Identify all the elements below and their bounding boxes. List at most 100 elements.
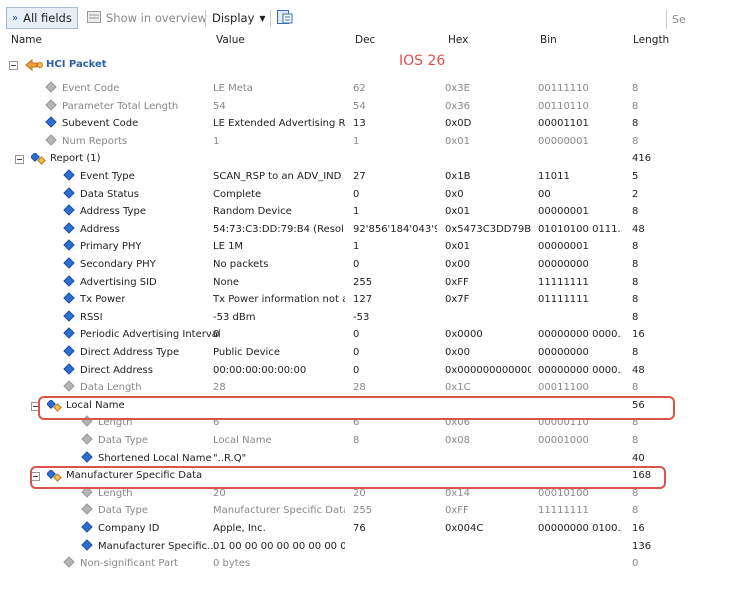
tree-row-label: Report (1) bbox=[50, 153, 101, 165]
length-cell: 2 bbox=[632, 188, 639, 200]
field-icon bbox=[63, 186, 75, 199]
dec-cell: 20 bbox=[353, 487, 366, 499]
tree-row-address[interactable]: Address 54:73:C3:DD:79:B4 (Resol... 92'856… bbox=[0, 222, 748, 240]
tree-row-secondary-phy[interactable]: Secondary PHY No packets 0 0x00 00000000 8 bbox=[0, 257, 748, 275]
inactive-field-icon bbox=[81, 433, 93, 445]
field-icon bbox=[81, 538, 93, 551]
tree-row-label: Shortened Local Name bbox=[98, 452, 212, 464]
tree-row-primary-phy[interactable]: Primary PHY LE 1M 1 0x01 00000001 8 bbox=[0, 239, 748, 257]
field-icon bbox=[63, 204, 75, 216]
tree-row-label: Non-significant Part bbox=[80, 558, 179, 570]
tree-row-label: Parameter Total Length bbox=[62, 100, 179, 112]
length-cell: 16 bbox=[632, 523, 645, 534]
tree-row-direct-address[interactable]: Direct Address 00:00:00:00:00:00 0 0x000000… bbox=[0, 362, 748, 381]
collapse-icon[interactable] bbox=[15, 155, 24, 165]
tree-row-label: Advertising SID bbox=[80, 276, 157, 288]
field-icon bbox=[63, 310, 75, 322]
bin-cell: 00000000 bbox=[538, 259, 589, 270]
tree-row-parameter-total-length[interactable]: Parameter Total Length 54 54 0x36 00110110 8 bbox=[0, 98, 748, 117]
field-icon bbox=[63, 239, 75, 252]
hex-cell: 0x004C bbox=[445, 523, 484, 534]
value-cell: 28 bbox=[213, 382, 226, 394]
show-in-overview-button[interactable]: Show in overview bbox=[82, 7, 212, 29]
value-cell: Manufacturer Specific Data bbox=[213, 505, 345, 517]
column-header-row: Name Value Dec Hex Bin Length bbox=[0, 30, 748, 50]
field-icon bbox=[63, 327, 75, 340]
all-fields-button[interactable]: » All fields bbox=[6, 7, 78, 29]
dec-cell: 27 bbox=[353, 171, 366, 182]
export-button[interactable] bbox=[272, 7, 298, 29]
tree-row-report-1[interactable]: Report (1) 416 bbox=[0, 151, 748, 169]
tree-row-hci-packet[interactable]: HCI Packet bbox=[0, 57, 748, 75]
length-cell: 8 bbox=[632, 100, 639, 112]
tree-row-tx-power[interactable]: Tx Power Tx Power information not a... 127… bbox=[0, 292, 748, 310]
dec-cell: 255 bbox=[353, 505, 373, 517]
dec-cell: 8 bbox=[353, 435, 360, 446]
tree-row-data-type[interactable]: Data Type Local Name 8 0x08 00001000 8 bbox=[0, 433, 748, 451]
tree-row-num-reports[interactable]: Num Reports 1 1 0x01 00000001 8 bbox=[0, 134, 748, 152]
tree-row-label: Data Length bbox=[80, 382, 142, 394]
field-icon bbox=[45, 116, 57, 128]
tree-row-company-id[interactable]: Company ID Apple, Inc. 76 0x004C 00000000 01… bbox=[0, 521, 748, 539]
length-cell: 8 bbox=[632, 435, 639, 446]
tree-row-advertising-sid[interactable]: Advertising SID None 255 0xFF 11111111 8 bbox=[0, 274, 748, 293]
display-dropdown[interactable]: Display ▼ bbox=[207, 7, 271, 29]
tree-row-periodic-advertising-interval[interactable]: Periodic Advertising Interval 0 0 0x0000 000… bbox=[0, 327, 748, 345]
tree-row-event-type[interactable]: Event Type SCAN_RSP to an ADV_IND ... 27 0x… bbox=[0, 169, 748, 187]
column-header-length[interactable]: Length bbox=[633, 34, 669, 46]
tree-row-data-status[interactable]: Data Status Complete 0 0x0 00 2 bbox=[0, 186, 748, 205]
column-header-name[interactable]: Name bbox=[11, 34, 42, 46]
tree-row-label: Company ID bbox=[98, 523, 160, 534]
tree-row-address-type[interactable]: Address Type Random Device 1 0x01 00000001 8 bbox=[0, 204, 748, 222]
inactive-field-icon bbox=[81, 503, 93, 516]
hex-cell: 0x000000000000 bbox=[445, 364, 531, 376]
tree-row-label: Manufacturer Specific... bbox=[98, 540, 217, 552]
bin-cell: 00000000 bbox=[538, 347, 589, 358]
tree-row-label: Subevent Code bbox=[62, 118, 139, 130]
tree-row-direct-address-type[interactable]: Direct Address Type Public Device 0 0x00 000… bbox=[0, 345, 748, 363]
field-icon bbox=[81, 450, 93, 463]
column-header-hex[interactable]: Hex bbox=[448, 34, 468, 46]
length-cell: 8 bbox=[632, 276, 639, 288]
tree-row-label: Address Type bbox=[80, 206, 146, 218]
value-cell: Tx Power information not a... bbox=[213, 294, 345, 306]
value-cell: -53 dBm bbox=[213, 311, 256, 323]
dec-cell: 127 bbox=[353, 294, 373, 306]
column-header-dec[interactable]: Dec bbox=[355, 34, 375, 46]
tree-row-non-significant-part[interactable]: Non-significant Part 0 bytes 0 bbox=[0, 556, 748, 574]
dec-cell: 13 bbox=[353, 118, 366, 130]
value-cell: 20 bbox=[213, 487, 226, 499]
length-cell: 8 bbox=[632, 206, 639, 218]
search-field[interactable]: Se bbox=[666, 10, 748, 29]
double-chevron-down-icon: » bbox=[12, 12, 19, 24]
tree-row-data-type[interactable]: Data Type Manufacturer Specific Data 255 0x… bbox=[0, 503, 748, 521]
hex-cell: 0x1B bbox=[445, 171, 471, 182]
tree-row-label: Event Type bbox=[80, 171, 135, 182]
tree-row-label: Tx Power bbox=[80, 294, 126, 306]
tree-row-subevent-code[interactable]: Subevent Code LE Extended Advertising R..… bbox=[0, 116, 748, 134]
column-header-bin[interactable]: Bin bbox=[540, 34, 557, 46]
tree-row-manufacturer-specific[interactable]: Manufacturer Specific... 01 00 00 00 00 0… bbox=[0, 538, 748, 557]
field-icon bbox=[63, 169, 75, 181]
toolbar-divider bbox=[270, 10, 271, 27]
tree-row-rssi[interactable]: RSSI -53 dBm -53 8 bbox=[0, 310, 748, 328]
hex-cell: 0x1C bbox=[445, 382, 471, 394]
inactive-field-icon bbox=[45, 134, 57, 146]
value-cell: 54:73:C3:DD:79:B4 (Resol... bbox=[213, 223, 345, 235]
tree-row-label: HCI Packet bbox=[46, 59, 107, 70]
collapse-icon[interactable] bbox=[9, 61, 18, 70]
bin-cell: 00110110 bbox=[538, 100, 589, 112]
hex-cell: 0x00 bbox=[445, 259, 471, 270]
dec-cell: 0 bbox=[353, 188, 360, 200]
column-header-value[interactable]: Value bbox=[216, 34, 245, 46]
dec-cell: 1 bbox=[353, 241, 360, 253]
hex-cell: 0x5473C3DD79B4 bbox=[445, 223, 531, 235]
dec-cell: 0 bbox=[353, 364, 360, 376]
length-cell: 416 bbox=[632, 153, 652, 165]
bin-cell: 00000001 bbox=[538, 241, 589, 253]
dec-cell: 255 bbox=[353, 276, 373, 288]
length-cell: 8 bbox=[632, 241, 639, 253]
length-cell: 8 bbox=[632, 118, 639, 130]
bin-cell: 00111110 bbox=[538, 83, 589, 94]
tree-row-event-code[interactable]: Event Code LE Meta 62 0x3E 00111110 8 bbox=[0, 81, 748, 99]
